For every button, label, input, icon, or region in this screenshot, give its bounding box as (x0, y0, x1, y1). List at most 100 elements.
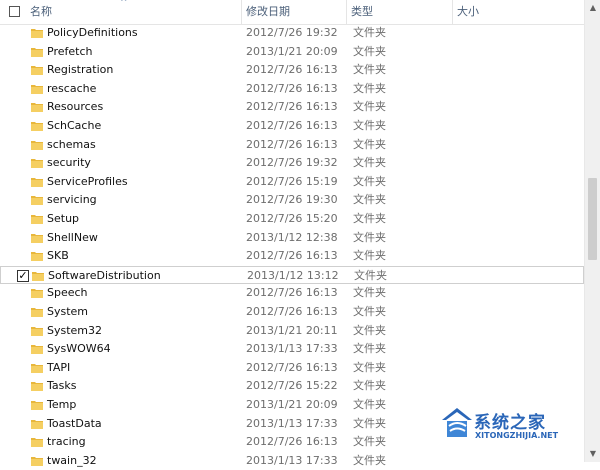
table-row[interactable]: security 2012/7/26 19:32 文件夹 (0, 154, 584, 172)
table-row[interactable]: SysWOW64 2013/1/13 17:33 文件夹 (0, 340, 584, 358)
table-row[interactable]: Prefetch 2013/1/21 20:09 文件夹 (0, 43, 584, 61)
file-name[interactable]: schemas (47, 136, 96, 154)
watermark-logo: 系统之家 XITONGZHIJIA.NET (440, 398, 590, 448)
file-type: 文件夹 (353, 63, 386, 77)
folder-icon (31, 326, 43, 336)
file-name[interactable]: Registration (47, 61, 113, 79)
file-name[interactable]: ShellNew (47, 229, 98, 247)
folder-icon (31, 159, 43, 169)
file-type: 文件夹 (353, 100, 386, 114)
file-name[interactable]: ServiceProfiles (47, 173, 128, 191)
table-row[interactable]: twain_32 2013/1/13 17:33 文件夹 (0, 452, 584, 470)
table-row[interactable]: PolicyDefinitions 2012/7/26 19:32 文件夹 (0, 24, 584, 42)
table-row[interactable]: Setup 2012/7/26 15:20 文件夹 (0, 210, 584, 228)
file-type: 文件夹 (353, 416, 386, 430)
folder-icon (31, 438, 43, 448)
table-row[interactable]: ServiceProfiles 2012/7/26 15:19 文件夹 (0, 173, 584, 191)
file-type: 文件夹 (353, 435, 386, 449)
folder-icon (31, 215, 43, 224)
file-name[interactable]: PolicyDefinitions (47, 24, 138, 42)
column-header-date[interactable]: 修改日期 (246, 0, 290, 24)
table-row[interactable]: SKB 2012/7/26 16:13 文件夹 (0, 247, 584, 265)
file-name[interactable]: Prefetch (47, 43, 92, 61)
folder-icon (32, 271, 44, 281)
scroll-up-arrow-icon[interactable]: ▲ (585, 0, 600, 16)
sort-ascending-icon: ^ (120, 0, 128, 8)
file-date: 2012/7/26 16:13 (246, 249, 338, 263)
file-name[interactable]: TAPI (47, 359, 70, 377)
column-divider[interactable] (346, 0, 347, 24)
file-date: 2013/1/13 17:33 (246, 453, 338, 467)
column-header-name[interactable]: 名称 (30, 0, 52, 24)
table-row[interactable]: System32 2013/1/21 20:11 文件夹 (0, 322, 584, 340)
table-row[interactable]: Speech 2012/7/26 16:13 文件夹 (0, 284, 584, 302)
column-header-type[interactable]: 类型 (351, 0, 373, 24)
file-type: 文件夹 (353, 342, 386, 356)
file-type: 文件夹 (353, 212, 386, 225)
folder-icon (31, 140, 43, 150)
folder-icon (31, 345, 43, 355)
row-checkbox[interactable]: ✓ (17, 269, 29, 282)
folder-icon (31, 289, 43, 299)
file-type: 文件夹 (353, 398, 386, 411)
file-type: 文件夹 (353, 230, 386, 244)
table-row[interactable]: ✓ SoftwareDistribution 2013/1/12 13:12 文件夹 (0, 265, 584, 285)
file-name[interactable]: System (47, 303, 88, 321)
file-date: 2013/1/21 20:09 (246, 44, 338, 58)
file-name[interactable]: SchCache (47, 117, 101, 135)
file-name[interactable]: Tasks (47, 377, 76, 395)
file-name[interactable]: System32 (47, 322, 102, 340)
folder-icon (31, 401, 43, 410)
select-all-checkbox[interactable] (9, 6, 20, 17)
scroll-down-arrow-icon[interactable]: ▼ (585, 446, 600, 462)
file-name[interactable]: Setup (47, 210, 79, 228)
file-date: 2013/1/21 20:09 (246, 398, 338, 411)
table-row[interactable]: rescache 2012/7/26 16:13 文件夹 (0, 80, 584, 98)
file-type: 文件夹 (353, 156, 386, 170)
file-type: 文件夹 (353, 453, 386, 467)
file-date: 2013/1/12 12:38 (246, 230, 338, 244)
table-row[interactable]: TAPI 2012/7/26 16:13 文件夹 (0, 359, 584, 377)
file-date: 2012/7/26 16:13 (246, 435, 338, 449)
table-row[interactable]: Registration 2012/7/26 16:13 文件夹 (0, 61, 584, 79)
file-type: 文件夹 (354, 268, 387, 282)
file-name[interactable]: SKB (47, 247, 69, 265)
column-divider[interactable] (241, 0, 242, 24)
folder-icon (31, 66, 43, 76)
table-row[interactable]: Tasks 2012/7/26 15:22 文件夹 (0, 377, 584, 395)
file-type: 文件夹 (353, 323, 386, 337)
watermark-title: 系统之家 (474, 413, 546, 433)
folder-icon (31, 103, 43, 113)
file-name[interactable]: Speech (47, 284, 88, 302)
file-name[interactable]: tracing (47, 433, 86, 451)
file-name[interactable]: SoftwareDistribution (48, 267, 161, 285)
table-row[interactable]: Resources 2012/7/26 16:13 文件夹 (0, 98, 584, 116)
column-header-size[interactable]: 大小 (457, 0, 479, 24)
file-type: 文件夹 (353, 81, 386, 95)
file-name[interactable]: security (47, 154, 91, 172)
file-name[interactable]: SysWOW64 (47, 340, 111, 358)
file-date: 2013/1/21 20:11 (246, 323, 338, 337)
table-row[interactable]: ShellNew 2013/1/12 12:38 文件夹 (0, 229, 584, 247)
folder-icon (31, 363, 43, 373)
file-name[interactable]: rescache (47, 80, 96, 98)
folder-icon (31, 419, 43, 429)
file-type: 文件夹 (353, 360, 386, 374)
table-row[interactable]: SchCache 2012/7/26 16:13 文件夹 (0, 117, 584, 135)
table-row[interactable]: System 2012/7/26 16:13 文件夹 (0, 303, 584, 321)
scrollbar-thumb[interactable] (588, 178, 597, 260)
column-divider[interactable] (452, 0, 453, 24)
file-type: 文件夹 (353, 174, 386, 188)
folder-icon (31, 122, 43, 131)
table-row[interactable]: schemas 2012/7/26 16:13 文件夹 (0, 136, 584, 154)
table-row[interactable]: servicing 2012/7/26 19:30 文件夹 (0, 191, 584, 209)
vertical-scrollbar[interactable]: ▲ ▼ (584, 0, 600, 462)
file-name[interactable]: servicing (47, 191, 97, 209)
file-name[interactable]: twain_32 (47, 452, 97, 470)
file-name[interactable]: Temp (47, 396, 76, 414)
file-name[interactable]: Resources (47, 98, 103, 116)
file-date: 2012/7/26 16:13 (246, 286, 338, 300)
file-date: 2012/7/26 15:19 (246, 174, 338, 188)
file-date: 2013/1/13 17:33 (246, 416, 338, 430)
file-name[interactable]: ToastData (47, 415, 102, 433)
